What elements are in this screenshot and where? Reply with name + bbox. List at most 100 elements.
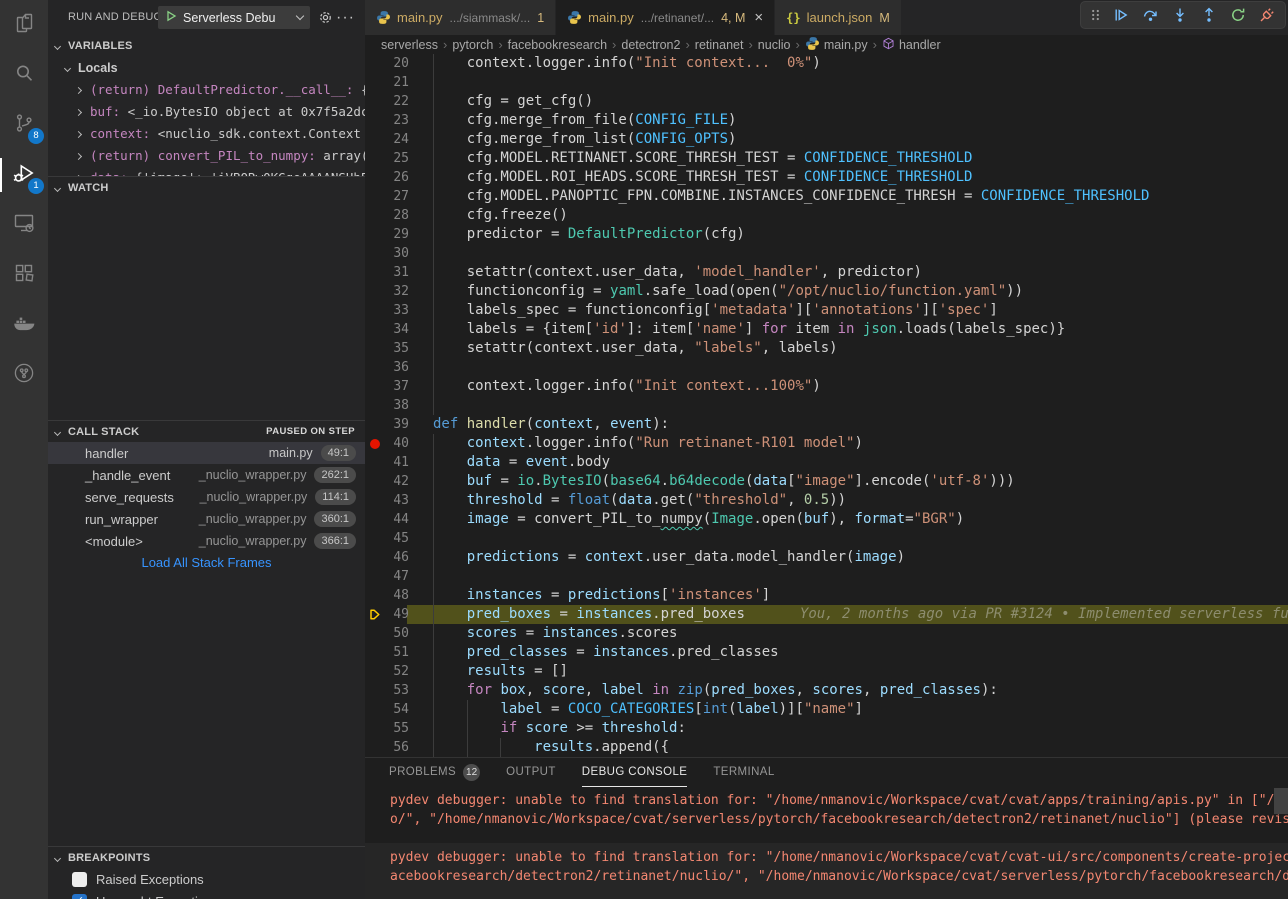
code-text: scores = instances.scores (433, 624, 677, 643)
frame-position-badge: 360:1 (314, 511, 356, 527)
activity-bar: 81 (0, 0, 48, 899)
breakpoints-title: BREAKPOINTS (68, 852, 150, 864)
breadcrumb-item-detectron2[interactable]: detectron2 (621, 38, 680, 52)
code-line: 31 setattr(context.user_data, 'model_han… (365, 263, 1288, 282)
code-line: 22 cfg = get_cfg() (365, 92, 1288, 111)
code-text: labels_spec = functionconfig['metadata']… (433, 301, 998, 320)
debug-continue-button[interactable] (1113, 7, 1129, 23)
variable-row[interactable]: context: <nuclio_sdk.context.Context obj… (48, 123, 365, 145)
variable-name: buf: (90, 104, 128, 119)
json-braces-icon: {} (786, 11, 800, 25)
indent-guide (433, 396, 434, 415)
code-text: def handler(context, event): (433, 415, 669, 434)
code-text: setattr(context.user_data, 'model_handle… (433, 263, 922, 282)
gear-icon[interactable] (318, 0, 333, 35)
debug-step-into-button[interactable] (1172, 7, 1188, 23)
code-text: cfg.merge_from_list(CONFIG_OPTS) (433, 130, 736, 149)
panel-tab-terminal[interactable]: TERMINAL (713, 758, 774, 787)
breadcrumb-item-serverless[interactable]: serverless (381, 38, 438, 52)
activity-docker[interactable] (0, 300, 48, 350)
stack-frame-row[interactable]: <module>_nuclio_wrapper.py366:1 (48, 530, 365, 552)
code-text: cfg.MODEL.PANOPTIC_FPN.COMBINE.INSTANCES… (433, 187, 1149, 206)
activity-run-and-debug[interactable]: 1 (0, 150, 48, 200)
line-number: 40 (379, 434, 409, 453)
stack-frame-row[interactable]: _handle_event_nuclio_wrapper.py262:1 (48, 464, 365, 486)
indent-guide (433, 529, 434, 548)
activity-source-control[interactable]: 8 (0, 100, 48, 150)
stack-frame-row[interactable]: serve_requests_nuclio_wrapper.py114:1 (48, 486, 365, 508)
activity-search[interactable] (0, 50, 48, 100)
panel-tab-debug-console[interactable]: DEBUG CONSOLE (582, 758, 688, 787)
code-line: 26 cfg.MODEL.ROI_HEADS.SCORE_THRESH_TEST… (365, 168, 1288, 187)
breakpoint-row[interactable]: Raised Exceptions (48, 868, 365, 890)
code-line: 51 pred_classes = instances.pred_classes (365, 643, 1288, 662)
code-text: context.logger.info("Run retinanet-R101 … (433, 434, 863, 453)
tab-main.py[interactable]: main.py.../retinanet/...4, M× (556, 0, 775, 35)
line-number: 49 (379, 605, 409, 624)
line-number: 36 (379, 358, 409, 377)
frame-function-name: _handle_event (85, 468, 170, 483)
load-all-stack-frames-link[interactable]: Load All Stack Frames (48, 552, 365, 574)
chevron-right-icon (75, 87, 82, 94)
code-line: 40 context.logger.info("Run retinanet-R1… (365, 434, 1288, 453)
code-line: 44 image = convert_PIL_to_numpy(Image.op… (365, 510, 1288, 529)
tab-label: main.py (588, 10, 634, 25)
variable-row[interactable]: buf: <_io.BytesIO object at 0x7f5a2dc1ec… (48, 101, 365, 123)
stack-frame-row[interactable]: run_wrapper_nuclio_wrapper.py360:1 (48, 508, 365, 530)
call-stack-section-header[interactable]: CALL STACK PAUSED ON STEP (48, 420, 365, 442)
stack-frame-row[interactable]: handlermain.py49:1 (48, 442, 365, 464)
code-text: cfg.merge_from_file(CONFIG_FILE) (433, 111, 736, 130)
activity-git-graph[interactable] (0, 350, 48, 400)
code-line: 43 threshold = float(data.get("threshold… (365, 491, 1288, 510)
checkbox[interactable] (72, 872, 87, 887)
activity-extensions[interactable] (0, 250, 48, 300)
variables-section-header[interactable]: VARIABLES (48, 35, 365, 57)
variable-row[interactable]: (return) DefaultPredictor.__call__: {'in… (48, 79, 365, 101)
call-stack-list: handlermain.py49:1_handle_event_nuclio_w… (48, 442, 365, 552)
breadcrumb-symbol[interactable]: handler (882, 37, 941, 53)
breadcrumb-file[interactable]: main.py (805, 36, 868, 54)
watch-section-header[interactable]: WATCH (48, 176, 365, 198)
checkbox[interactable]: ✓ (72, 894, 87, 899)
line-number: 38 (379, 396, 409, 415)
breakpoints-section-header[interactable]: BREAKPOINTS (48, 846, 365, 868)
code-line: 45 (365, 529, 1288, 548)
console-line: pydev debugger: unable to find translati… (390, 848, 1288, 867)
code-text: setattr(context.user_data, "labels", lab… (433, 339, 838, 358)
line-number: 56 (379, 738, 409, 757)
more-actions-icon[interactable]: ··· (336, 0, 355, 35)
code-editor[interactable]: 20 context.logger.info("Init context... … (365, 54, 1288, 757)
debug-restart-button[interactable] (1230, 7, 1246, 23)
code-line: 36 (365, 358, 1288, 377)
panel-tab-output[interactable]: OUTPUT (506, 758, 556, 787)
breadcrumb-item-pytorch[interactable]: pytorch (452, 38, 493, 52)
debug-step-out-button[interactable] (1201, 7, 1217, 23)
debug-disconnect-button[interactable] (1259, 7, 1275, 23)
variable-row[interactable]: (return) convert_PIL_to_numpy: array([[[… (48, 145, 365, 167)
breadcrumb-item-facebookresearch[interactable]: facebookresearch (508, 38, 607, 52)
frame-function-name: run_wrapper (85, 512, 158, 527)
tab-main.py[interactable]: main.py.../siammask/...1 (365, 0, 556, 35)
variables-scope-locals[interactable]: Locals (48, 57, 365, 79)
close-icon[interactable]: × (754, 10, 763, 25)
code-text: context.logger.info("Init context...100%… (433, 377, 821, 396)
debug-step-over-button[interactable] (1142, 7, 1159, 23)
code-line: 56 results.append({ (365, 738, 1288, 757)
tab-launch.json[interactable]: {}launch.jsonM (775, 0, 902, 35)
panel-tab-problems[interactable]: PROBLEMS12 (389, 758, 480, 787)
launch-config-dropdown[interactable]: Serverless Debu (158, 6, 310, 29)
tab-status-badge: 4, M (721, 11, 745, 25)
variable-row[interactable]: data: {'image': 'iVBORw0KGgoAAAANSUhE… (48, 167, 365, 176)
chevron-down-icon (54, 185, 61, 192)
run-and-debug-badge: 1 (28, 178, 44, 194)
activity-remote-explorer[interactable] (0, 200, 48, 250)
panel-scrollbar-thumb[interactable] (1274, 788, 1288, 814)
breadcrumb-item-retinanet[interactable]: retinanet (695, 38, 744, 52)
code-text: instances = predictions['instances'] (433, 586, 770, 605)
breadcrumb-item-nuclio[interactable]: nuclio (758, 38, 791, 52)
activity-explorer[interactable] (0, 0, 48, 50)
line-number: 45 (379, 529, 409, 548)
breadcrumb-file-name: main.py (824, 38, 868, 52)
line-number: 42 (379, 472, 409, 491)
breakpoint-row[interactable]: ✓Uncaught Exceptions (48, 890, 365, 899)
